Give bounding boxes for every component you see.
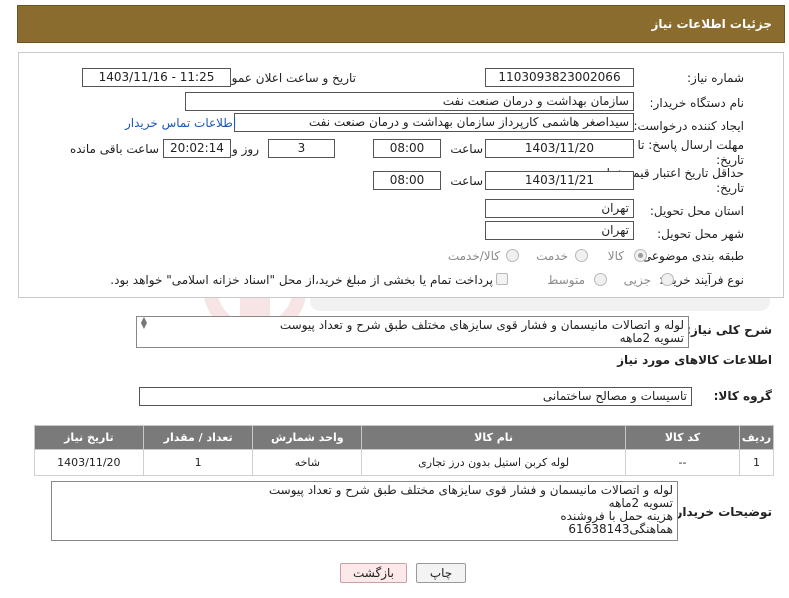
col-row: ردیف [739, 425, 774, 450]
process-medium-label: متوسط [547, 273, 585, 287]
col-qty: تعداد / مقدار [142, 425, 254, 450]
category-goods-radio[interactable] [634, 249, 647, 262]
validity-label-date: تاریخ: [716, 181, 744, 195]
print-button[interactable]: چاپ [416, 563, 466, 583]
category-goods-label: کالا [607, 249, 624, 263]
deadline-label-date: تاریخ: [716, 153, 744, 167]
process-medium-radio[interactable] [594, 273, 607, 286]
treasury-payment-note: پرداخت تمام یا بخشی از مبلغ خرید،از محل … [110, 273, 493, 287]
days-field: 3 [268, 139, 335, 158]
process-minor-radio[interactable] [661, 273, 674, 286]
col-code: کد کالا [625, 425, 740, 450]
days-label: روز و [232, 142, 259, 156]
cell-name: لوله کربن استیل بدون درز تجاری [361, 449, 627, 476]
cell-unit: شاخه [252, 449, 363, 476]
col-date: تاریخ نیاز [34, 425, 144, 450]
buyer-contact-link[interactable]: اطلاعات تماس خریدار [125, 116, 236, 130]
description-textarea[interactable]: لوله و اتصالات مانیسمان و فشار قوی سایزه… [136, 316, 689, 348]
process-minor-label: جزیی [623, 273, 651, 287]
goods-group-field: تاسیسات و مصالح ساختمانی [139, 387, 692, 406]
announce-field: 1403/11/16 - 11:25 [82, 68, 231, 87]
buyer-org-label: نام دستگاه خریدار: [649, 96, 745, 110]
goods-section-title: اطلاعات کالاهای مورد نیاز [617, 353, 772, 367]
goods-group-label: گروه کالا: [713, 389, 772, 403]
category-service-radio[interactable] [575, 249, 588, 262]
creator-field: سیداصغر هاشمی کارپرداز سازمان بهداشت و د… [234, 113, 634, 132]
need-number-field: 1103093823002066 [485, 68, 634, 87]
scroll-arrows-icon[interactable]: ▲ ▼ [138, 316, 150, 330]
col-name: نام کالا [361, 425, 627, 450]
remaining-time-field: 20:02:14 [163, 139, 231, 158]
validity-date-field: 1403/11/21 [485, 171, 634, 190]
category-both-label: کالا/خدمت [447, 249, 500, 263]
province-field: تهران [485, 199, 634, 218]
city-field: تهران [485, 221, 634, 240]
goods-table: ردیف کد کالا نام کالا واحد شمارش تعداد /… [34, 425, 774, 476]
description-label: شرح کلی نیاز: [686, 323, 772, 337]
cell-date: 1403/11/20 [34, 449, 144, 476]
category-service-label: خدمت [536, 249, 568, 263]
back-button[interactable]: بازگشت [340, 563, 407, 583]
cell-row: 1 [739, 449, 774, 476]
treasury-payment-checkbox[interactable] [496, 273, 508, 285]
buyer-org-field: سازمان بهداشت و درمان صنعت نفت [185, 92, 634, 111]
table-row: 1 -- لوله کربن استیل بدون درز تجاری شاخه… [34, 449, 774, 476]
creator-label: ایجاد کننده درخواست: [633, 119, 744, 133]
need-number-label: شماره نیاز: [687, 71, 744, 85]
validity-time-field: 08:00 [373, 171, 441, 190]
remaining-label: ساعت باقی مانده [69, 142, 159, 156]
cell-qty: 1 [142, 449, 254, 476]
validity-time-label: ساعت [450, 174, 483, 188]
cell-code: -- [625, 449, 740, 476]
goods-table-header: ردیف کد کالا نام کالا واحد شمارش تعداد /… [34, 425, 774, 450]
buyer-notes-label: توضیحات خریدار: [670, 505, 772, 519]
province-label: استان محل تحویل: [649, 204, 744, 218]
deadline-date-field: 1403/11/20 [485, 139, 634, 158]
city-label: شهر محل تحویل: [657, 227, 744, 241]
page-title: جزئیات اطلاعات نیاز [651, 17, 772, 31]
buyer-notes-textarea[interactable]: لوله و اتصالات مانیسمان و فشار قوی سایزه… [51, 481, 678, 541]
announce-label: تاریخ و ساعت اعلان عمومی: [211, 71, 356, 85]
col-unit: واحد شمارش [252, 425, 363, 450]
deadline-time-field: 08:00 [373, 139, 441, 158]
category-both-radio[interactable] [506, 249, 519, 262]
category-label: طبقه بندی موضوعی: [637, 249, 744, 263]
page-header: جزئیات اطلاعات نیاز [17, 5, 785, 43]
deadline-time-label: ساعت [450, 142, 483, 156]
deadline-label: مهلت ارسال پاسخ: تا [637, 138, 744, 152]
